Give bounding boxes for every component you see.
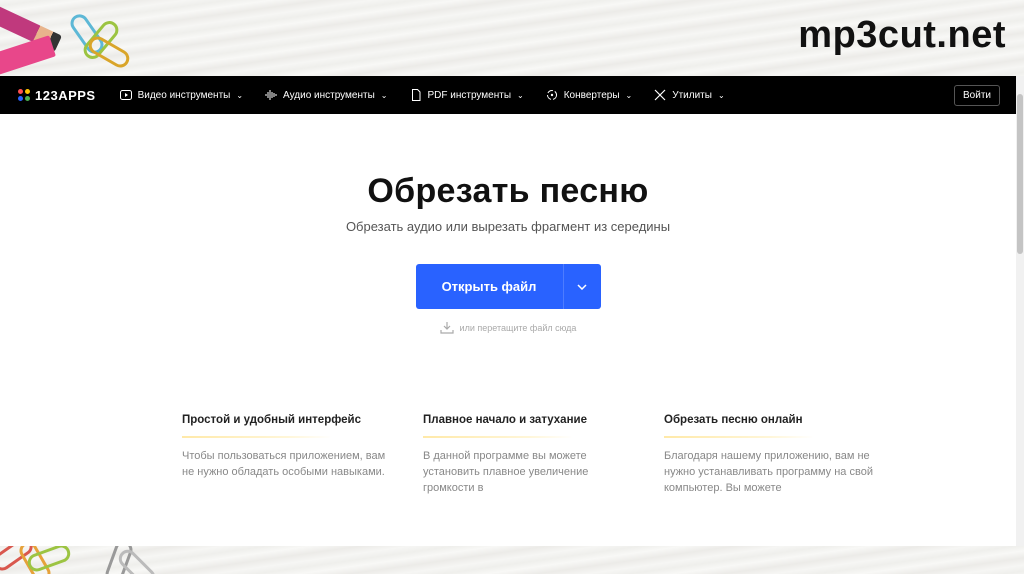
feature-card: Плавное начало и затухание В данной прог… [423, 412, 664, 496]
document-icon [410, 89, 422, 101]
waveform-icon [265, 89, 277, 101]
slide-title: mp3cut.net [798, 14, 1006, 56]
open-file-dropdown-button[interactable] [562, 264, 601, 309]
browser-screenshot: 123APPS Видео инструменты ⌄ Аудио инстру… [0, 76, 1016, 546]
feature-text: Благодаря нашему приложению, вам не нужн… [664, 450, 873, 494]
feature-card: Простой и удобный интерфейс Чтобы пользо… [182, 412, 423, 496]
drop-zone-hint[interactable]: или перетащите файл сюда [0, 321, 1016, 334]
page-title: Обрезать песню [367, 172, 649, 210]
features-section: Простой и удобный интерфейс Чтобы пользо… [182, 412, 905, 496]
nav-item-label: Утилиты [672, 89, 712, 101]
scrollbar-thumb[interactable] [1017, 94, 1023, 254]
play-icon [119, 89, 132, 101]
vertical-scrollbar[interactable] [1016, 76, 1024, 546]
tools-icon [654, 89, 666, 101]
nav-item-label: Конвертеры [563, 89, 620, 101]
logo-text: 123APPS [35, 87, 96, 103]
nav-item-label: PDF инструменты [427, 89, 512, 101]
nav-item-pdf-tools[interactable]: PDF инструменты ⌄ [410, 89, 524, 101]
feature-text: Чтобы пользоваться приложением, вам не н… [182, 450, 386, 478]
nav-menu: Видео инструменты ⌄ Аудио инструменты ⌄ … [119, 89, 954, 101]
top-navbar: 123APPS Видео инструменты ⌄ Аудио инстру… [0, 76, 1016, 114]
chevron-down-icon [577, 283, 587, 290]
nav-item-label: Видео инструменты [137, 89, 231, 101]
feature-text: В данной программе вы можете установить … [423, 450, 589, 494]
feature-card: Обрезать песню онлайн Благодаря нашему п… [664, 412, 905, 496]
eraser-decoration [0, 35, 56, 75]
chevron-down-icon: ⌄ [236, 90, 244, 100]
download-icon [439, 322, 454, 334]
nav-item-audio-tools[interactable]: Аудио инструменты ⌄ [265, 89, 388, 101]
open-file-button[interactable]: Открыть файл [415, 264, 563, 309]
nav-item-converters[interactable]: Конвертеры ⌄ [546, 89, 633, 101]
nav-item-utilities[interactable]: Утилиты ⌄ [654, 89, 725, 101]
login-button[interactable]: Войти [954, 84, 1000, 106]
chevron-down-icon: ⌄ [717, 90, 725, 100]
feature-divider [423, 436, 573, 438]
open-file-button-group: Открыть файл [415, 264, 601, 309]
feature-title: Обрезать песню онлайн [664, 414, 803, 426]
drop-hint-text: или перетащите файл сюда [459, 322, 577, 333]
feature-divider [664, 436, 814, 438]
chevron-down-icon: ⌄ [380, 90, 388, 100]
feature-title: Простой и удобный интерфейс [182, 414, 362, 426]
chevron-down-icon: ⌄ [625, 90, 633, 100]
nav-item-label: Аудио инструменты [283, 89, 375, 101]
nav-item-video-tools[interactable]: Видео инструменты ⌄ [119, 89, 244, 101]
logo[interactable]: 123APPS [18, 88, 96, 103]
convert-icon [546, 89, 558, 101]
page-subtitle: Обрезать аудио или вырезать фрагмент из … [345, 219, 671, 234]
feature-divider [182, 436, 332, 438]
feature-title: Плавное начало и затухание [423, 414, 587, 426]
chevron-down-icon: ⌄ [517, 90, 524, 100]
logo-dots-icon [18, 89, 30, 101]
hero-section: Обрезать песню Обрезать аудио или выреза… [0, 114, 1016, 334]
